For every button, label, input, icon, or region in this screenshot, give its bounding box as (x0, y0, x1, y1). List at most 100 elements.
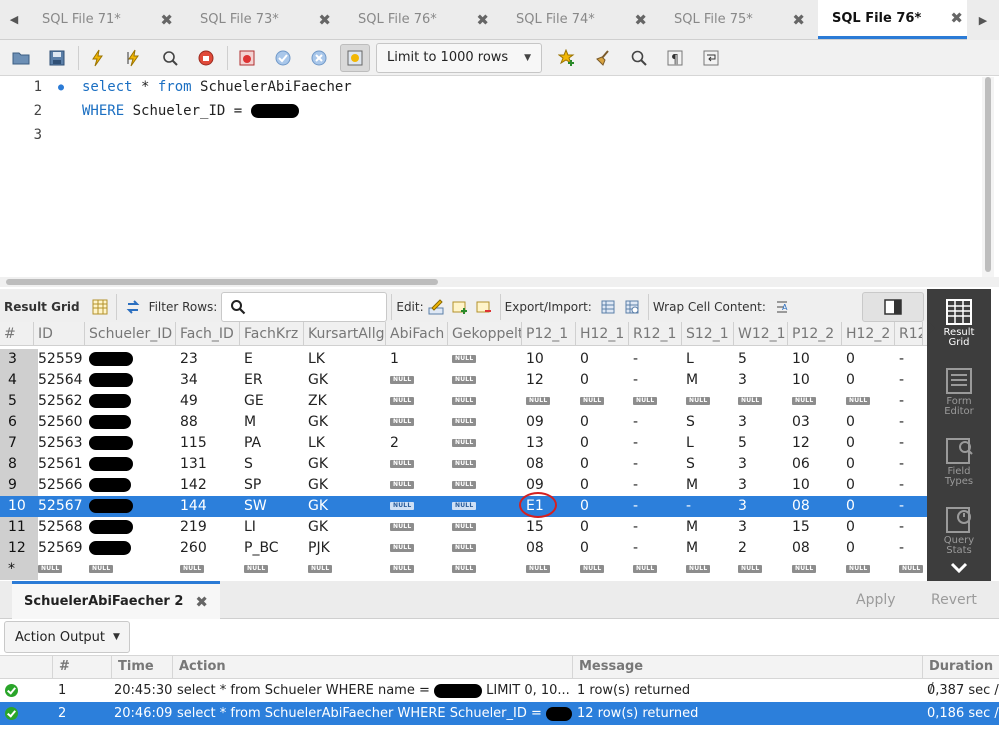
tab-scroll-left-icon[interactable]: ◀ (0, 0, 28, 39)
column-header[interactable]: P12_1 (522, 322, 576, 346)
column-header[interactable]: Schueler_ID (85, 322, 176, 346)
grid-cell[interactable]: 260 (176, 538, 240, 559)
result-grid-view-button[interactable]: Result Grid (927, 299, 991, 348)
null-cell[interactable]: NULL (522, 391, 576, 412)
save-button[interactable] (42, 44, 72, 72)
grid-cell[interactable]: 52567 (34, 496, 85, 517)
grid-cell[interactable]: L (682, 349, 734, 370)
grid-cell[interactable]: E (240, 349, 304, 370)
table-row[interactable]: 6 52560 88 M GK NULL NULL 09 0- S 3 03 0- (0, 412, 927, 433)
grid-cell[interactable]: LK (304, 433, 386, 454)
null-cell[interactable]: NULL (386, 496, 448, 517)
grid-cell[interactable]: P_BC (240, 538, 304, 559)
null-cell[interactable]: NULL (304, 559, 386, 580)
null-cell[interactable]: NULL (386, 559, 448, 580)
grid-cell[interactable]: - (895, 370, 923, 391)
grid-cell[interactable]: 3 (734, 370, 788, 391)
grid-cell[interactable]: 08 (788, 538, 842, 559)
grid-cell[interactable]: 08 (788, 496, 842, 517)
null-cell[interactable]: NULL (842, 391, 895, 412)
grid-cell[interactable]: 0 (842, 412, 895, 433)
redacted-cell[interactable] (85, 538, 176, 559)
grid-cell[interactable]: - (895, 496, 923, 517)
grid-cell[interactable]: 0 (576, 412, 629, 433)
revert-button[interactable]: Revert (931, 581, 977, 619)
redacted-cell[interactable] (85, 370, 176, 391)
grid-cell[interactable]: S (240, 454, 304, 475)
grid-cell[interactable]: - (895, 349, 923, 370)
grid-cell[interactable]: GK (304, 475, 386, 496)
grid-cell[interactable]: 15 (788, 517, 842, 538)
grid-cell[interactable]: - (682, 496, 734, 517)
grid-cell[interactable]: 08 (522, 454, 576, 475)
null-cell[interactable]: NULL (788, 391, 842, 412)
column-header[interactable]: Message (572, 656, 922, 678)
column-header[interactable]: Gekoppelt (448, 322, 522, 346)
row-number[interactable]: 5 (0, 391, 38, 412)
null-cell[interactable]: NULL (448, 517, 522, 538)
grid-cell[interactable]: 0 (842, 454, 895, 475)
grid-cell[interactable]: GK (304, 517, 386, 538)
grid-cell[interactable]: LK (304, 349, 386, 370)
grid-cell[interactable]: M (240, 412, 304, 433)
row-number[interactable]: 11 (0, 517, 38, 538)
grid-cell[interactable]: GE (240, 391, 304, 412)
grid-cell[interactable]: PJK (304, 538, 386, 559)
grid-cell[interactable]: 0 (576, 454, 629, 475)
grid-cell[interactable]: 0 (842, 496, 895, 517)
find-button[interactable] (624, 44, 654, 72)
grid-cell[interactable]: - (895, 475, 923, 496)
editor-tab[interactable]: SQL File 71* ✖ (28, 0, 186, 39)
apply-button[interactable]: Apply (856, 581, 896, 619)
grid-cell[interactable]: 49 (176, 391, 240, 412)
grid-cell[interactable]: ZK (304, 391, 386, 412)
null-cell[interactable]: NULL (895, 559, 923, 580)
grid-cell[interactable]: M (682, 370, 734, 391)
null-cell[interactable]: NULL (240, 559, 304, 580)
limit-rows-select[interactable]: Limit to 1000 rows ▼ (376, 42, 542, 73)
grid-cell[interactable]: 0 (842, 538, 895, 559)
field-types-view-button[interactable]: Field Types (927, 438, 991, 487)
output-type-select[interactable]: Action Output ▼ (4, 621, 130, 653)
null-cell[interactable]: NULL (386, 391, 448, 412)
grid-cell[interactable]: 88 (176, 412, 240, 433)
grid-cell[interactable]: - (895, 412, 923, 433)
rollback-button[interactable] (304, 44, 334, 72)
editor-line[interactable]: 2 WHERE Schueler_ID = (0, 99, 299, 123)
editor-tab[interactable]: SQL File 76* ✖ (344, 0, 502, 39)
null-cell[interactable]: NULL (448, 475, 522, 496)
table-row[interactable]: 8 52561 131 S GK NULL NULL 08 0- S 3 06 0- (0, 454, 927, 475)
grid-cell[interactable]: 0 (576, 370, 629, 391)
grid-cell[interactable]: 15 (522, 517, 576, 538)
column-header[interactable]: R12_1 (629, 322, 682, 346)
redacted-cell[interactable] (85, 496, 176, 517)
table-row[interactable]: 9 52566 142 SP GK NULL NULL 09 0- M 3 10 0- (0, 475, 927, 496)
close-icon[interactable]: ✖ (634, 11, 647, 29)
grid-cell[interactable]: - (895, 517, 923, 538)
table-row[interactable]: 5 52562 49 GE ZK NULL NULL NULL NULL NULL NULL NULL… (0, 391, 927, 412)
grid-cell[interactable]: - (629, 433, 682, 454)
null-cell[interactable]: NULL (629, 559, 682, 580)
grid-cell[interactable]: 3 (734, 454, 788, 475)
null-cell[interactable]: NULL (176, 559, 240, 580)
redacted-cell[interactable] (85, 454, 176, 475)
form-editor-view-button[interactable]: Form Editor (927, 368, 991, 417)
grid-cell[interactable]: 0 (576, 433, 629, 454)
editor-tab[interactable]: SQL File 74* ✖ (502, 0, 660, 39)
null-cell[interactable]: NULL (448, 538, 522, 559)
editor-vertical-scrollbar[interactable] (982, 77, 994, 277)
redacted-cell[interactable] (85, 433, 176, 454)
refresh-button[interactable] (121, 295, 145, 319)
null-cell[interactable]: NULL (448, 433, 522, 454)
null-cell[interactable]: NULL (386, 412, 448, 433)
grid-cell[interactable]: - (629, 538, 682, 559)
table-row[interactable]: * NULL NULL NULL NULL NULL NULL NULL NULL NULL NUL… (0, 559, 927, 580)
grid-cell[interactable]: - (629, 349, 682, 370)
grid-cell[interactable]: - (895, 433, 923, 454)
grid-cell[interactable]: 12 (788, 433, 842, 454)
column-header[interactable]: FachKrz (240, 322, 304, 346)
edit-row-button[interactable] (424, 295, 448, 319)
null-cell[interactable]: NULL (85, 559, 176, 580)
editor-line[interactable]: 1 ● select * from SchuelerAbiFaecher (0, 75, 352, 99)
table-row[interactable]: 11 52568 219 LI GK NULL NULL 15 0- M 3 15 0- (0, 517, 927, 538)
